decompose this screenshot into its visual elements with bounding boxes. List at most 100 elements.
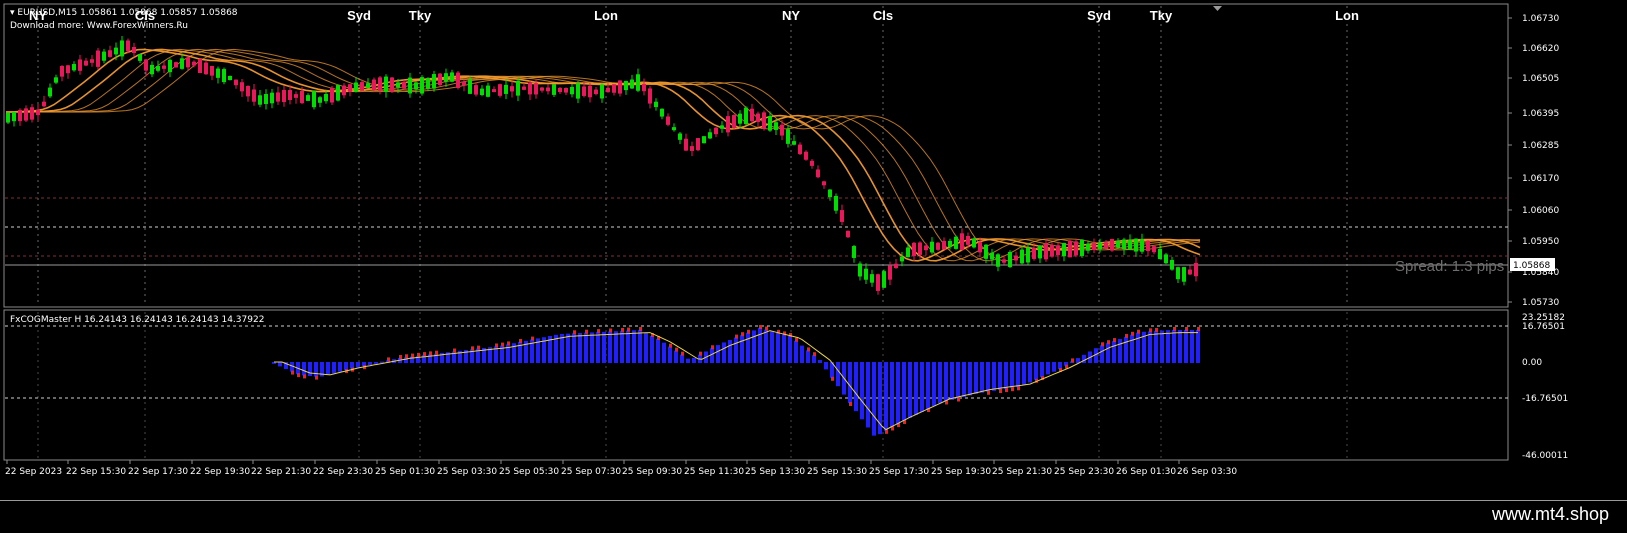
- cog-histogram-bar: [1052, 362, 1056, 372]
- cog-histogram-bar: [644, 333, 648, 363]
- bearish-candle: [1188, 269, 1192, 275]
- bearish-candle: [288, 89, 292, 101]
- cog-histogram-bar: [1190, 330, 1194, 363]
- cog-signal-mark: [291, 370, 294, 375]
- cog-histogram-bar: [374, 362, 378, 364]
- cog-histogram-bar: [692, 357, 696, 363]
- cog-histogram-bar: [302, 362, 306, 376]
- bearish-candle: [816, 169, 820, 178]
- cog-histogram-bar: [872, 362, 876, 436]
- bearish-candle: [606, 87, 610, 93]
- bearish-candle: [888, 265, 892, 280]
- cog-histogram-bar: [998, 362, 1002, 390]
- bearish-candle: [558, 87, 562, 93]
- cog-histogram-bar: [734, 337, 738, 363]
- cog-histogram-bar: [770, 331, 774, 363]
- bullish-candle: [852, 246, 856, 258]
- bullish-candle: [1020, 249, 1024, 264]
- bullish-candle: [168, 59, 172, 73]
- cog-signal-mark: [573, 330, 576, 335]
- cog-signal-mark: [597, 329, 600, 334]
- cog-signal-mark: [519, 339, 522, 343]
- bearish-candle: [876, 274, 880, 291]
- bearish-candle: [204, 62, 208, 75]
- time-tick-label: 22 Sep 21:30: [251, 467, 311, 477]
- bullish-candle: [120, 40, 124, 57]
- indicator-tick-label: 0.00: [1522, 358, 1542, 368]
- cog-histogram-bar: [962, 362, 966, 397]
- bearish-candle: [372, 79, 376, 91]
- cog-histogram-bar: [656, 339, 660, 363]
- price-tick-label: 1.05950: [1522, 237, 1559, 247]
- bearish-candle: [252, 89, 256, 102]
- time-tick-label: 25 Sep 15:30: [807, 467, 867, 477]
- bullish-candle: [636, 74, 640, 91]
- bearish-candle: [966, 235, 970, 245]
- bearish-candle: [918, 242, 922, 255]
- cog-histogram-bar: [650, 336, 654, 363]
- bearish-candle: [96, 50, 100, 67]
- cog-signal-mark: [417, 352, 420, 357]
- cog-histogram-bar: [614, 331, 618, 363]
- bullish-candle: [870, 274, 874, 283]
- cog-signal-mark: [765, 326, 768, 331]
- bearish-candle: [1056, 245, 1060, 256]
- cog-histogram-bar: [314, 362, 318, 377]
- bullish-candle: [654, 101, 658, 108]
- bearish-candle: [1032, 248, 1036, 259]
- bullish-candle: [432, 74, 436, 89]
- bearish-candle: [1152, 246, 1156, 253]
- bullish-candle: [972, 238, 976, 248]
- time-tick-label: 22 Sep 15:30: [66, 467, 126, 477]
- bearish-candle: [174, 62, 178, 68]
- bearish-candle: [1050, 244, 1054, 257]
- cog-histogram-bar: [308, 362, 312, 376]
- cog-histogram-bar: [752, 330, 756, 363]
- bullish-candle: [48, 87, 52, 97]
- cog-signal-mark: [453, 348, 456, 353]
- bearish-candle: [1044, 243, 1048, 260]
- bullish-candle: [396, 82, 400, 88]
- bullish-candle: [1182, 267, 1186, 282]
- cog-histogram-bar: [1154, 330, 1158, 363]
- trading-chart[interactable]: NY Cls Syd Tky Lon NY Cls Syd Tky Lon▾ EURUSD,M15…: [0, 0, 1627, 500]
- spread-label: Spread: 1.3 pips: [1395, 258, 1504, 275]
- bearish-candle: [528, 82, 532, 95]
- time-tick-label: 26 Sep 03:30: [1177, 467, 1237, 477]
- cog-histogram-bar: [578, 333, 582, 363]
- bullish-candle: [984, 244, 988, 259]
- bullish-candle: [570, 86, 574, 95]
- cog-signal-mark: [681, 351, 684, 356]
- cog-histogram-bar: [710, 348, 714, 363]
- cog-signal-mark: [501, 342, 504, 347]
- time-tick-label: 22 Sep 19:30: [190, 467, 250, 477]
- bearish-candle: [294, 94, 298, 98]
- cog-signal-mark: [297, 373, 300, 378]
- bullish-candle: [1062, 242, 1066, 257]
- bearish-candle: [144, 59, 148, 71]
- time-tick-label: 22 Sep 2023: [5, 467, 62, 477]
- bearish-candle: [750, 108, 754, 122]
- cog-signal-mark: [1125, 333, 1128, 338]
- cog-signal-mark: [411, 353, 414, 358]
- cog-histogram-bar: [1046, 362, 1050, 375]
- bullish-candle: [954, 236, 958, 249]
- bearish-candle: [474, 85, 478, 95]
- bullish-candle: [708, 132, 712, 139]
- price-tick-label: 1.06170: [1522, 174, 1559, 184]
- cog-signal-mark: [1155, 327, 1158, 332]
- bullish-candle: [1086, 243, 1090, 251]
- time-tick-label: 25 Sep 17:30: [869, 467, 929, 477]
- bullish-candle: [900, 256, 904, 262]
- cog-histogram-bar: [794, 340, 798, 363]
- bearish-candle: [648, 88, 652, 104]
- bearish-candle: [1194, 262, 1198, 277]
- bullish-candle: [312, 90, 316, 108]
- bullish-candle: [996, 254, 1000, 267]
- cog-histogram-bar: [638, 330, 642, 363]
- cog-signal-mark: [957, 397, 960, 402]
- cog-signal-mark: [1149, 328, 1152, 333]
- bullish-candle: [270, 92, 274, 104]
- cog-histogram-bar: [356, 362, 360, 368]
- bullish-candle: [990, 252, 994, 260]
